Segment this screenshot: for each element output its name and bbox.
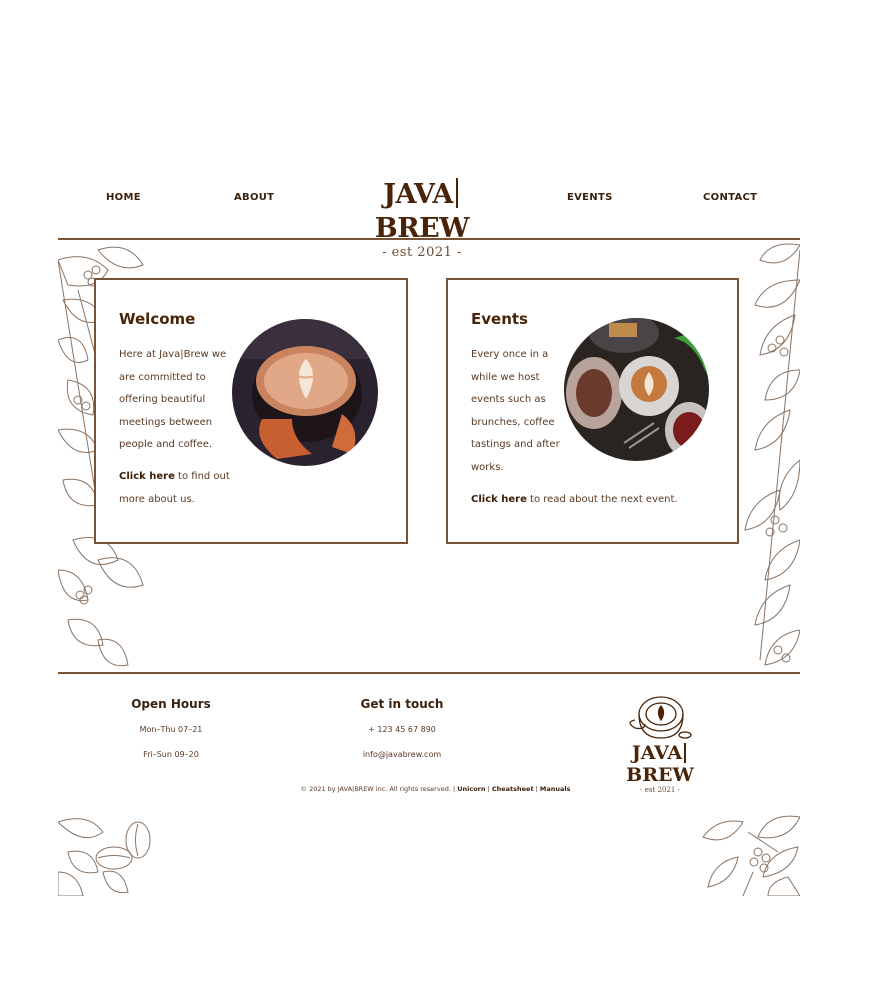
open-hours-title: Open Hours bbox=[131, 697, 211, 711]
events-card: Events Every once in a while we host eve… bbox=[446, 278, 739, 544]
logo-word-java: JAVA bbox=[383, 179, 453, 210]
logo-wordmark: JAVABREW bbox=[342, 178, 502, 246]
cheatsheet-link[interactable]: Cheatsheet bbox=[492, 785, 534, 793]
brunch-table-photo bbox=[564, 318, 709, 461]
nav-contact-link[interactable]: CONTACT bbox=[703, 192, 757, 203]
events-title: Events bbox=[471, 310, 528, 328]
welcome-line: Here at Java|Brew we bbox=[119, 349, 227, 360]
welcome-line: are committed to bbox=[119, 371, 206, 383]
get-in-touch-title: Get in touch bbox=[360, 697, 444, 711]
footer-logo-wordmark: JAVABREW bbox=[626, 742, 694, 786]
manuals-link[interactable]: Manuals bbox=[540, 785, 571, 793]
events-click-here-link[interactable]: Click here bbox=[471, 494, 527, 505]
welcome-card: Welcome Here at Java|Brew we are committ… bbox=[94, 278, 408, 544]
nav-home-link[interactable]: HOME bbox=[106, 192, 141, 203]
welcome-title: Welcome bbox=[119, 310, 196, 328]
coffee-cup-illustration bbox=[629, 696, 692, 739]
welcome-line: offering beautiful bbox=[119, 394, 206, 405]
copyright-bar: © 2021 by JAVA|BREW inc. All rights rese… bbox=[300, 785, 571, 793]
events-cta: Click here to read about the next event. bbox=[471, 489, 678, 512]
events-line: Every once in a bbox=[471, 349, 549, 360]
welcome-body: Here at Java|Brew we are committed to of… bbox=[119, 344, 226, 457]
coffee-beans-illustration-left bbox=[58, 818, 151, 896]
welcome-line: meetings between bbox=[119, 416, 213, 428]
welcome-click-here-link[interactable]: Click here bbox=[119, 471, 175, 482]
welcome-cta: Click here to find out more about us. bbox=[119, 466, 230, 511]
welcome-cta-text: more about us. bbox=[119, 493, 195, 505]
events-line: works. bbox=[471, 461, 504, 473]
unicorn-link[interactable]: Unicorn bbox=[457, 785, 485, 793]
hours-weekdays: Mon–Thu 07–21 bbox=[139, 725, 203, 734]
nav-events-link[interactable]: EVENTS bbox=[567, 192, 613, 203]
copyright-text: © 2021 by JAVA|BREW inc. All rights rese… bbox=[300, 785, 458, 793]
events-cta-text: to read about the next event. bbox=[526, 494, 678, 505]
events-line: brunches, coffee bbox=[471, 416, 555, 428]
email-link[interactable]: info@javabrew.com bbox=[342, 750, 462, 759]
footer-logo: JAVABREW - est 2021 - bbox=[600, 694, 720, 794]
latte-art-photo bbox=[232, 319, 378, 466]
welcome-line: people and coffee. bbox=[119, 439, 213, 450]
events-body: Every once in a while we host events suc… bbox=[471, 344, 560, 479]
coffee-plant-illustration-bottom-right bbox=[702, 815, 800, 896]
phone-number[interactable]: + 123 45 67 890 bbox=[342, 725, 462, 734]
nav-about-link[interactable]: ABOUT bbox=[234, 192, 274, 203]
events-line: tastings and after bbox=[471, 439, 560, 450]
welcome-cta-text: to find out bbox=[174, 471, 230, 482]
events-line: while we host bbox=[471, 371, 540, 383]
hours-weekend: Fri–Sun 09–20 bbox=[143, 750, 199, 759]
events-line: events such as bbox=[471, 394, 546, 405]
header-logo[interactable]: JAVABREW - est 2021 - bbox=[342, 178, 502, 260]
